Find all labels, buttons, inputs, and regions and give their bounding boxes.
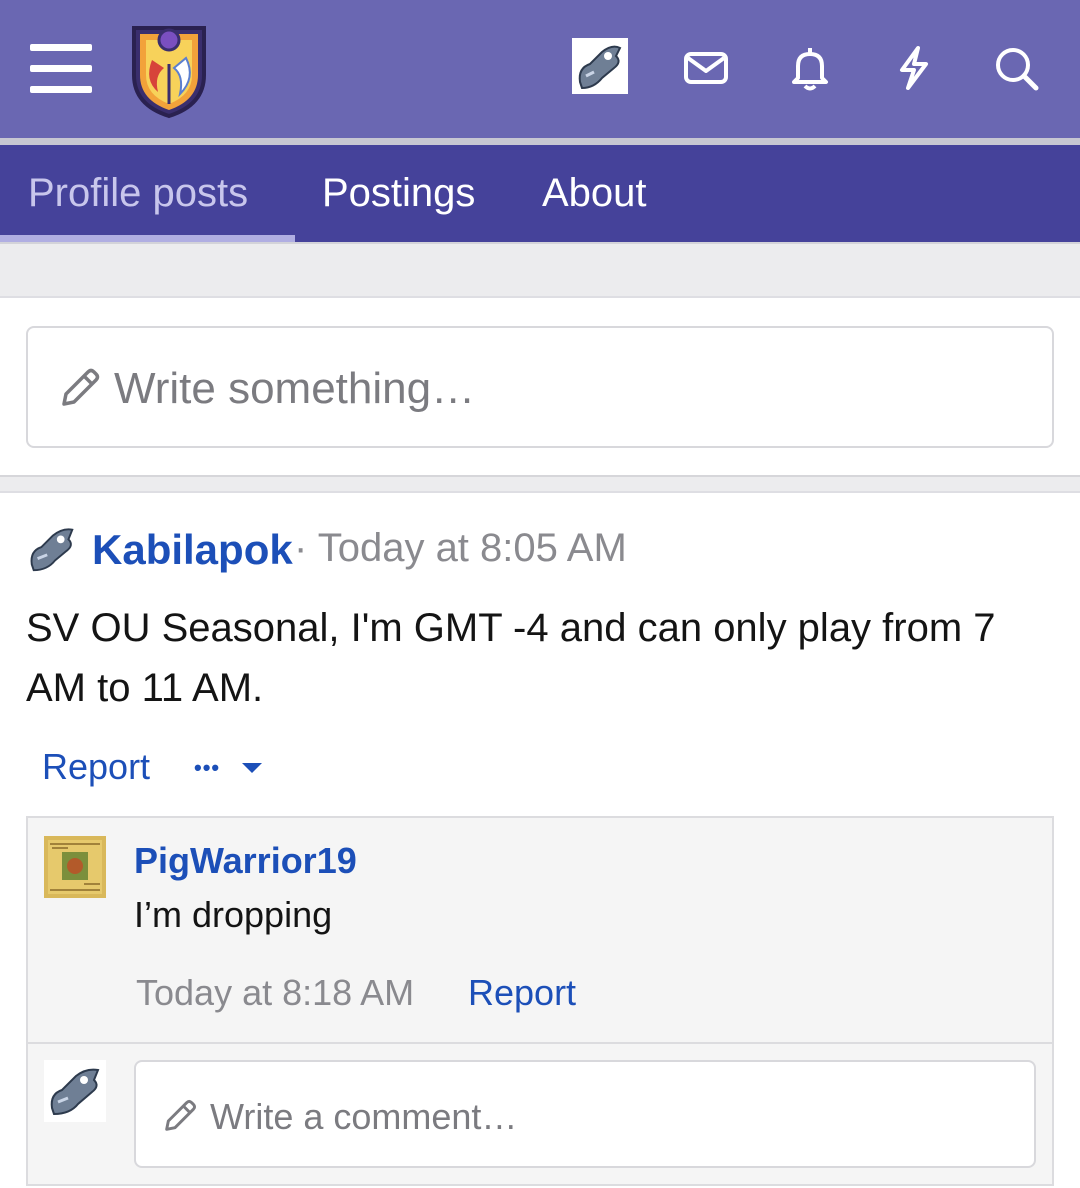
comment-placeholder: Write a comment… (210, 1096, 518, 1137)
post-report-link[interactable]: Report (42, 746, 150, 788)
spacer-band-2 (0, 475, 1080, 493)
active-tab-indicator (0, 235, 295, 242)
composer-placeholder: Write something… (114, 364, 476, 413)
tab-about[interactable]: About (542, 145, 647, 242)
header-separator (0, 138, 1080, 145)
comment-divider (28, 1042, 1052, 1044)
spacer-band (0, 244, 1080, 298)
user-avatar[interactable] (572, 38, 628, 94)
tab-postings[interactable]: Postings (322, 145, 475, 242)
comment-input[interactable]: Write a comment… (134, 1060, 1036, 1168)
profile-tabs: Profile posts Postings About (0, 145, 1080, 242)
caret-down-icon (242, 763, 262, 773)
post-timestamp[interactable]: · Today at 8:05 AM (294, 526, 627, 571)
profile-post-composer[interactable]: Write something… (26, 326, 1054, 448)
post-author-avatar[interactable] (26, 522, 80, 576)
comment-body: I’m dropping (134, 894, 333, 935)
top-header (0, 0, 1080, 138)
current-user-avatar[interactable] (44, 1060, 106, 1122)
pencil-icon (62, 368, 100, 406)
site-logo[interactable] (124, 20, 214, 120)
more-dots-icon: ••• (194, 755, 221, 780)
comment-author-avatar[interactable] (44, 836, 106, 898)
bell-icon[interactable] (786, 44, 834, 92)
post-more-menu[interactable]: ••• (194, 748, 266, 788)
inbox-icon[interactable] (682, 44, 730, 92)
post-author-name[interactable]: Kabilapok (92, 526, 293, 574)
comment-author-name[interactable]: PigWarrior19 (134, 840, 357, 882)
search-icon[interactable] (992, 44, 1040, 92)
menu-icon[interactable] (30, 44, 92, 94)
post-body: SV OU Seasonal, I'm GMT -4 and can only … (26, 606, 996, 710)
tab-profile-posts[interactable]: Profile posts (28, 145, 248, 242)
comment-timestamp[interactable]: Today at 8:18 AM (136, 972, 414, 1014)
comment-report-link[interactable]: Report (468, 972, 576, 1014)
comments-section: PigWarrior19 I’m dropping Today at 8:18 … (26, 816, 1054, 1186)
lightning-icon[interactable] (890, 44, 938, 92)
pencil-icon (165, 1099, 197, 1131)
